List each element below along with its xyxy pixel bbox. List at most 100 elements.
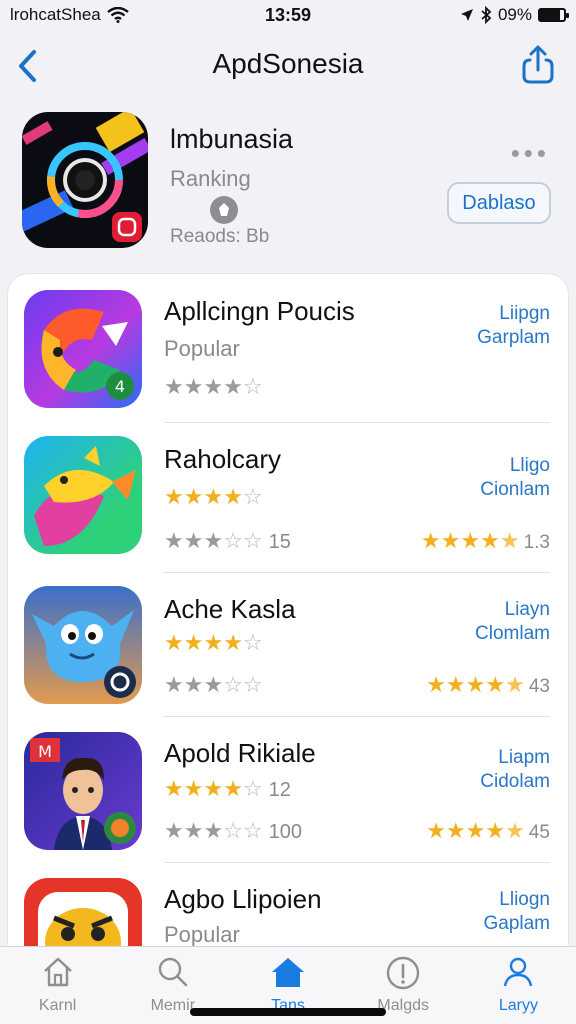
star-filled-icon: ★ (183, 630, 204, 655)
star-empty-icon: ☆ (223, 672, 243, 697)
navigation-bar: ApdSonesia (0, 36, 576, 94)
info-icon (387, 956, 420, 990)
star-empty-icon: ☆ (242, 776, 263, 801)
battery-icon (538, 8, 569, 22)
svg-text:4: 4 (115, 377, 125, 396)
list-item[interactable]: Raholcary ★★★★☆ ★★★☆☆ 15 Lligo Cionlam ★★… (8, 424, 568, 573)
star-empty-icon: ☆ (242, 818, 263, 843)
app-link[interactable]: Liayn Clomlam (475, 598, 550, 646)
app-title: Apllcingn Poucis (164, 296, 355, 326)
rating-stars: ★★★★☆ 12 (164, 776, 291, 802)
star-empty-icon: ☆ (242, 528, 263, 553)
star-filled-icon: ★ (465, 672, 486, 697)
star-filled-icon: ★ (465, 818, 486, 843)
star-filled-icon: ★ (203, 776, 224, 801)
status-bar: lrohcatShea 13:59 09% (0, 0, 576, 30)
star-filled-icon: ★ (183, 528, 204, 553)
star-filled-icon: ★ (480, 528, 500, 553)
star-filled-icon: ★ (183, 672, 204, 697)
review-count: 100 (268, 821, 303, 843)
app-link-line2: Cionlam (480, 479, 550, 500)
camera-ring-icon (22, 112, 148, 242)
app-link[interactable]: Lliogn Gaplam (483, 888, 550, 936)
app-link-line1: Liayn (504, 599, 550, 620)
app-link[interactable]: Lligo Cionlam (480, 454, 550, 502)
star-empty-icon: ☆ (242, 630, 263, 655)
star-filled-icon: ★ (183, 818, 204, 843)
tab-label: Karnl (38, 997, 77, 1014)
rating-stars: ★★★★☆ (164, 484, 263, 510)
app-link-line1: Lligo (509, 455, 550, 476)
app-link[interactable]: Liapm Cidolam (480, 746, 550, 794)
featured-app-header: lmbunasia Ranking Reaods: Bb ••• Dablaso (0, 110, 576, 255)
star-filled-icon: ★ (460, 528, 481, 553)
list-item[interactable]: M Apold Rikiale ★★★★☆ 12 ★★★☆☆ 100 Liapm C… (8, 718, 568, 866)
score-star-group: ★★★★★ (421, 528, 520, 553)
app-link-line2: Gaplam (483, 913, 550, 934)
app-icon-1: 4 (24, 290, 142, 408)
divider (164, 862, 550, 863)
star-filled-icon: ★ (164, 630, 184, 655)
app-icon-3 (24, 586, 142, 704)
app-title: Apold Rikiale (164, 738, 316, 768)
star-filled-icon: ★ (164, 484, 184, 509)
star-empty-icon: ☆ (223, 528, 243, 553)
featured-app-icon[interactable] (22, 112, 148, 248)
primary-stars: ★★★★☆ (164, 776, 263, 801)
star-filled-icon: ★ (164, 776, 184, 801)
get-button[interactable]: Dablaso (447, 182, 551, 224)
score-stars: ★★★★★ 1.3 (421, 528, 550, 554)
tab-bar: Karnl Memir Tans Malgds Laryy (0, 946, 576, 1024)
star-filled-icon: ★ (485, 818, 506, 843)
score-stars: ★★★★★ 43 (426, 672, 550, 698)
rating-count: 12 (268, 779, 291, 801)
score-value: 43 (528, 676, 550, 697)
star-filled-icon: ★ (420, 528, 441, 553)
rating-stars-secondary: ★★★☆☆ 100 (164, 818, 302, 844)
score-star-group: ★★★★★ (426, 818, 525, 843)
star-filled-icon: ★ (183, 374, 204, 399)
star-filled-icon: ★ (223, 374, 243, 399)
status-left: lrohcatShea (10, 5, 129, 25)
wifi-icon (106, 7, 129, 23)
star-filled-icon: ★ (164, 818, 184, 843)
app-category: Popular (164, 336, 240, 361)
bluetooth-icon (481, 6, 492, 24)
star-filled-icon: ★ (203, 484, 224, 509)
star-filled-icon: ★ (203, 374, 224, 399)
star-filled-icon: ★ (440, 528, 461, 553)
app-title: Raholcary (164, 444, 282, 474)
star-filled-icon: ★ (203, 528, 224, 553)
svg-text:M: M (38, 742, 52, 761)
app-link-line2: Cidolam (480, 771, 550, 792)
location-arrow-icon (460, 9, 473, 21)
tab-laryy[interactable]: Laryy (461, 947, 576, 1024)
app-link-line1: Lliogn (499, 889, 550, 910)
more-options-icon[interactable]: ••• (511, 138, 550, 169)
list-item[interactable]: 4 Apllcingn Poucis Popular ★★★★☆ Liipgn … (8, 274, 568, 423)
star-empty-icon: ☆ (242, 374, 263, 399)
share-icon[interactable] (520, 44, 556, 84)
app-icon-4: M (24, 732, 142, 850)
star-filled-icon: ★ (203, 630, 224, 655)
battery-percent: 09% (497, 5, 532, 24)
app-link-line1: Liipgn (499, 303, 550, 324)
home-outline-icon (43, 957, 72, 987)
tab-karnl[interactable]: Karnl (0, 947, 115, 1024)
score-value: 1.3 (523, 532, 550, 553)
divider (164, 716, 550, 717)
app-title: Agbo Llipoien (164, 884, 322, 914)
star-filled-icon: ★ (426, 818, 446, 843)
star-filled-icon: ★ (164, 528, 184, 553)
star-filled-icon: ★ (485, 672, 506, 697)
home-filled-icon (272, 958, 304, 987)
star-filled-icon: ★ (183, 484, 204, 509)
star-empty-icon: ☆ (242, 672, 263, 697)
star-half-icon: ★ (505, 818, 525, 843)
app-link[interactable]: Liipgn Garplam (477, 302, 550, 350)
divider (164, 422, 550, 423)
star-filled-icon: ★ (223, 484, 243, 509)
list-item[interactable]: Ache Kasla ★★★★☆ ★★★☆☆ Liayn Clomlam ★★★… (8, 574, 568, 722)
score-stars: ★★★★★ 45 (426, 818, 550, 844)
battery-level (540, 10, 561, 20)
